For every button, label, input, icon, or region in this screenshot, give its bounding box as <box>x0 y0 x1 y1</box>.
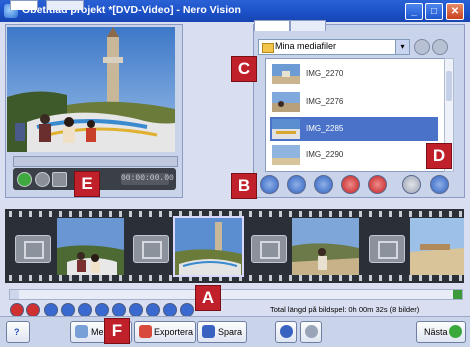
duration-icon[interactable] <box>146 303 160 317</box>
copy-icon[interactable] <box>287 175 306 194</box>
timeline-clip[interactable] <box>292 218 359 275</box>
browse-folder-button[interactable] <box>414 39 430 55</box>
thumbnail <box>272 119 300 139</box>
help-button[interactable]: ? <box>6 321 30 343</box>
media-file-list: IMG_2270 IMG_2276 IMG_2285 IMG_2290 <box>265 58 447 172</box>
callout-badge-e: E <box>74 171 100 197</box>
undo-arrow-icon[interactable] <box>314 175 333 194</box>
help-icon: ? <box>14 327 20 337</box>
undo-button[interactable] <box>275 321 297 343</box>
transition-icon <box>260 241 280 259</box>
music-icon[interactable] <box>95 303 109 317</box>
scroll-right-button[interactable] <box>453 290 462 299</box>
redo-button[interactable] <box>300 321 322 343</box>
tab-timeline[interactable] <box>46 0 84 10</box>
callout-badge-d: D <box>426 143 452 169</box>
media-source-label: Mina mediafiler <box>275 41 337 51</box>
next-label: Nästa <box>424 327 448 337</box>
transition-settings-icon[interactable] <box>163 303 177 317</box>
film-perforation-top <box>5 211 464 217</box>
list-item[interactable]: IMG_2290 <box>270 143 438 167</box>
transition-slot[interactable] <box>15 235 51 263</box>
redo-icon <box>305 325 318 338</box>
preview-scrubber[interactable] <box>13 156 178 167</box>
export-label: Exportera <box>154 327 194 337</box>
export-button[interactable]: Exportera <box>134 321 196 343</box>
delete-clip-icon[interactable] <box>10 303 24 317</box>
transition-icon <box>142 241 162 259</box>
scroll-left-button[interactable] <box>10 290 19 299</box>
thumbnail <box>272 92 300 112</box>
timeline-scrollbar[interactable] <box>9 289 463 300</box>
timeline-clip-selected[interactable] <box>173 216 244 277</box>
app-window: Obetitlad projekt *[DVD-Video] - Nero Vi… <box>0 0 470 347</box>
save-label: Spara <box>218 327 243 337</box>
file-name: IMG_2290 <box>306 150 344 159</box>
media-options-button[interactable] <box>432 39 448 55</box>
file-name: IMG_2285 <box>306 124 344 133</box>
maximize-button[interactable]: □ <box>425 3 443 20</box>
tab-media-files[interactable] <box>254 20 290 31</box>
thumbnail <box>272 64 300 84</box>
add-icon[interactable] <box>430 175 449 194</box>
scrollbar-thumb[interactable] <box>446 71 452 101</box>
tab-media-list[interactable] <box>290 20 326 31</box>
transition-icon <box>378 241 398 259</box>
list-item[interactable]: IMG_2276 <box>270 90 438 114</box>
save-button[interactable]: Spara <box>197 321 247 343</box>
thumbnail <box>272 145 300 165</box>
file-name: IMG_2276 <box>306 97 344 106</box>
media-source-dropdown[interactable]: Mina mediafiler ▾ <box>258 39 410 55</box>
callout-badge-c: C <box>231 56 257 82</box>
callout-badge-f: F <box>104 318 130 344</box>
play-icon[interactable] <box>17 172 32 187</box>
undo-icon <box>280 325 293 338</box>
chevron-down-icon[interactable]: ▾ <box>395 40 409 54</box>
transition-icon <box>24 241 44 259</box>
total-length-text: Total längd på bildspel: 0h 00m 32s (8 b… <box>270 305 420 314</box>
file-name: IMG_2270 <box>306 69 344 78</box>
timeline-clip[interactable] <box>410 218 464 275</box>
stop-icon[interactable] <box>35 172 50 187</box>
tab-storyboard[interactable] <box>10 0 38 10</box>
remove-icon[interactable] <box>368 175 387 194</box>
folder-icon <box>262 43 274 53</box>
more-icon <box>75 325 88 338</box>
save-disk-icon <box>202 325 215 338</box>
preview-video-frame <box>7 27 175 152</box>
fullscreen-icon[interactable] <box>52 172 67 187</box>
remove-all-icon[interactable] <box>26 303 40 317</box>
preview-photo <box>7 27 175 152</box>
timecode-display: 00:00:00.00 <box>121 173 174 185</box>
callout-badge-b: B <box>231 173 257 199</box>
delete-icon[interactable] <box>341 175 360 194</box>
info-icon[interactable] <box>402 175 421 194</box>
rotate-left-icon[interactable] <box>260 175 279 194</box>
list-item[interactable]: IMG_2285 <box>270 117 438 141</box>
next-button[interactable]: Nästa <box>416 321 466 343</box>
next-arrow-icon <box>449 325 462 338</box>
close-button[interactable]: ✕ <box>446 3 464 20</box>
transition-slot[interactable] <box>133 235 169 263</box>
list-item[interactable]: IMG_2270 <box>270 62 438 86</box>
film-perforation-bottom <box>5 275 464 281</box>
transition-slot[interactable] <box>369 235 405 263</box>
effects-icon[interactable] <box>112 303 126 317</box>
minimize-button[interactable]: _ <box>405 3 423 20</box>
text-icon[interactable] <box>129 303 143 317</box>
timeline-clip[interactable] <box>57 218 124 275</box>
zoom-icon[interactable] <box>180 303 194 317</box>
crop-icon[interactable] <box>78 303 92 317</box>
edit-icon[interactable] <box>44 303 58 317</box>
callout-badge-a: A <box>195 285 221 311</box>
export-icon <box>139 325 152 338</box>
transition-slot[interactable] <box>251 235 287 263</box>
rotate-icon[interactable] <box>61 303 75 317</box>
